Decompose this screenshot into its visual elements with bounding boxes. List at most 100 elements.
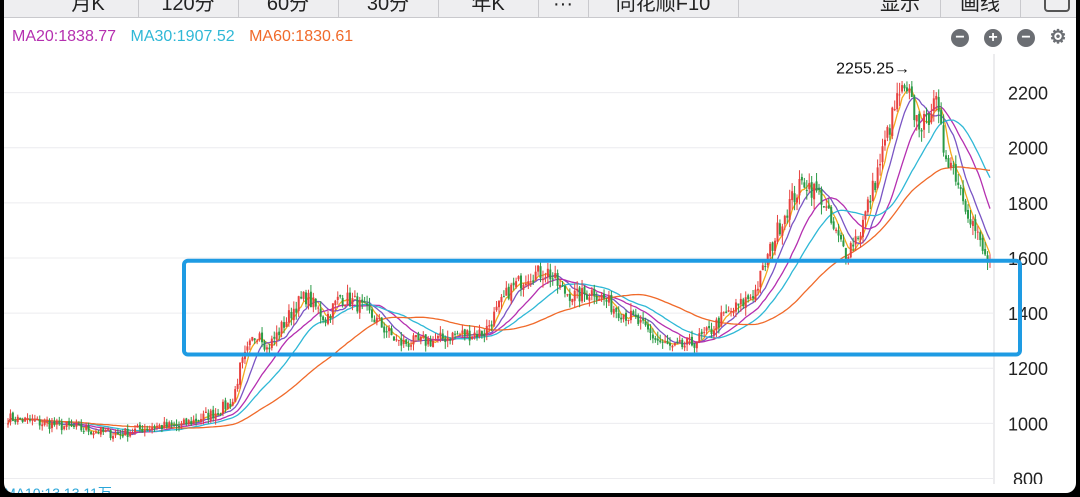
tab-display[interactable]: 显示 — [860, 0, 941, 17]
candle-body — [903, 85, 906, 89]
y-tick-label: 1400 — [1008, 304, 1048, 324]
candle-body — [427, 339, 430, 345]
candle-body — [578, 287, 581, 302]
candle-body — [932, 98, 935, 111]
legend-ma20: MA20:1838.77 — [12, 28, 117, 45]
candle-body — [515, 281, 518, 288]
candle-body — [97, 432, 100, 434]
zoom-out-icon[interactable]: − — [951, 29, 969, 47]
candle-body — [681, 339, 684, 348]
candle-body — [256, 340, 259, 342]
tab-60min[interactable]: 60分 — [238, 0, 339, 17]
candle-body — [36, 418, 39, 420]
candle-body — [957, 182, 960, 186]
candle-body — [165, 422, 168, 427]
candle-body — [429, 340, 432, 347]
candle-body — [72, 425, 75, 427]
candle-body — [458, 334, 461, 336]
candle-body — [363, 301, 366, 303]
candle-body — [378, 317, 381, 319]
candle-body — [778, 223, 781, 235]
candle-body — [432, 340, 435, 347]
ma60-line — [7, 166, 991, 429]
candle-body — [522, 284, 525, 290]
candle-body — [92, 432, 95, 436]
ma30-line — [7, 119, 991, 433]
fullscreen-icon[interactable] — [1044, 0, 1070, 12]
tab-draw-line[interactable]: 画线 — [940, 0, 1021, 17]
candle-body — [739, 298, 742, 305]
candle-body — [708, 325, 711, 329]
candle-body — [967, 209, 970, 219]
y-tick-label: 800 — [1013, 469, 1043, 484]
candle-body — [392, 336, 395, 341]
candle-body — [495, 306, 498, 311]
candle-body — [295, 308, 298, 313]
candle-body — [490, 324, 493, 327]
candle-body — [563, 285, 566, 294]
candle-body — [527, 281, 530, 286]
tab-120min[interactable]: 120分 — [138, 0, 239, 17]
candle-body — [725, 311, 728, 314]
candle-body — [441, 333, 444, 339]
candle-body — [339, 295, 342, 297]
candle-body — [82, 430, 85, 432]
kline-chart[interactable]: 2200200018001600140012001000800 2255.25→ — [4, 54, 1076, 484]
candle-body — [439, 332, 442, 338]
tab-yearly[interactable]: 年K — [438, 0, 539, 17]
candle-body — [959, 187, 962, 189]
candle-body — [251, 336, 254, 341]
highlight-box — [182, 258, 1022, 357]
candle-body — [170, 422, 173, 425]
candle-body — [818, 188, 821, 190]
candle-body — [493, 311, 496, 326]
tab-more[interactable]: ··· — [538, 0, 589, 17]
zoom-in-icon[interactable]: + — [984, 29, 1002, 47]
legend-ma60: MA60:1830.61 — [249, 28, 354, 45]
candle-body — [234, 389, 237, 402]
volume-ma-label: MA10:13,13,11万 — [4, 484, 1076, 493]
candle-body — [810, 182, 813, 198]
candle-body — [248, 340, 251, 346]
candle-body — [26, 417, 29, 420]
minus-icon[interactable]: − — [1017, 29, 1035, 47]
candle-body — [695, 342, 698, 349]
candle-body — [424, 334, 427, 346]
candle-body — [529, 281, 532, 283]
candle-body — [331, 303, 334, 318]
candle-body — [212, 409, 215, 419]
tab-monthly[interactable]: 月K — [38, 0, 139, 17]
candle-body — [300, 296, 303, 299]
candle-body — [156, 425, 159, 427]
candle-body — [627, 319, 630, 321]
y-tick-label: 1200 — [1008, 359, 1048, 379]
candle-body — [620, 317, 623, 320]
candle-body — [314, 298, 317, 307]
candle-body — [825, 206, 828, 208]
candle-body — [913, 95, 916, 121]
candle-body — [182, 419, 185, 425]
tab-30min[interactable]: 30分 — [338, 0, 439, 17]
candle-body — [85, 425, 88, 430]
candle-body — [857, 237, 860, 239]
candle-body — [214, 413, 217, 420]
candle-body — [473, 332, 476, 336]
gear-icon[interactable]: ⚙ — [1049, 28, 1067, 47]
candle-body — [637, 314, 640, 324]
candle-body — [239, 362, 242, 385]
candle-body — [984, 248, 987, 255]
candle-body — [397, 340, 400, 342]
candle-body — [625, 312, 628, 321]
candle-body — [703, 332, 706, 334]
candle-body — [930, 113, 933, 123]
candle-body — [258, 333, 261, 340]
candle-body — [312, 297, 315, 308]
candle-body — [334, 300, 337, 306]
tab-f10[interactable]: 同花顺F10 — [588, 0, 739, 17]
candle-body — [209, 410, 212, 421]
candle-body — [822, 206, 825, 208]
candle-body — [642, 318, 645, 321]
candle-body — [764, 266, 767, 268]
candle-body — [815, 181, 818, 191]
candle-body — [488, 325, 491, 327]
